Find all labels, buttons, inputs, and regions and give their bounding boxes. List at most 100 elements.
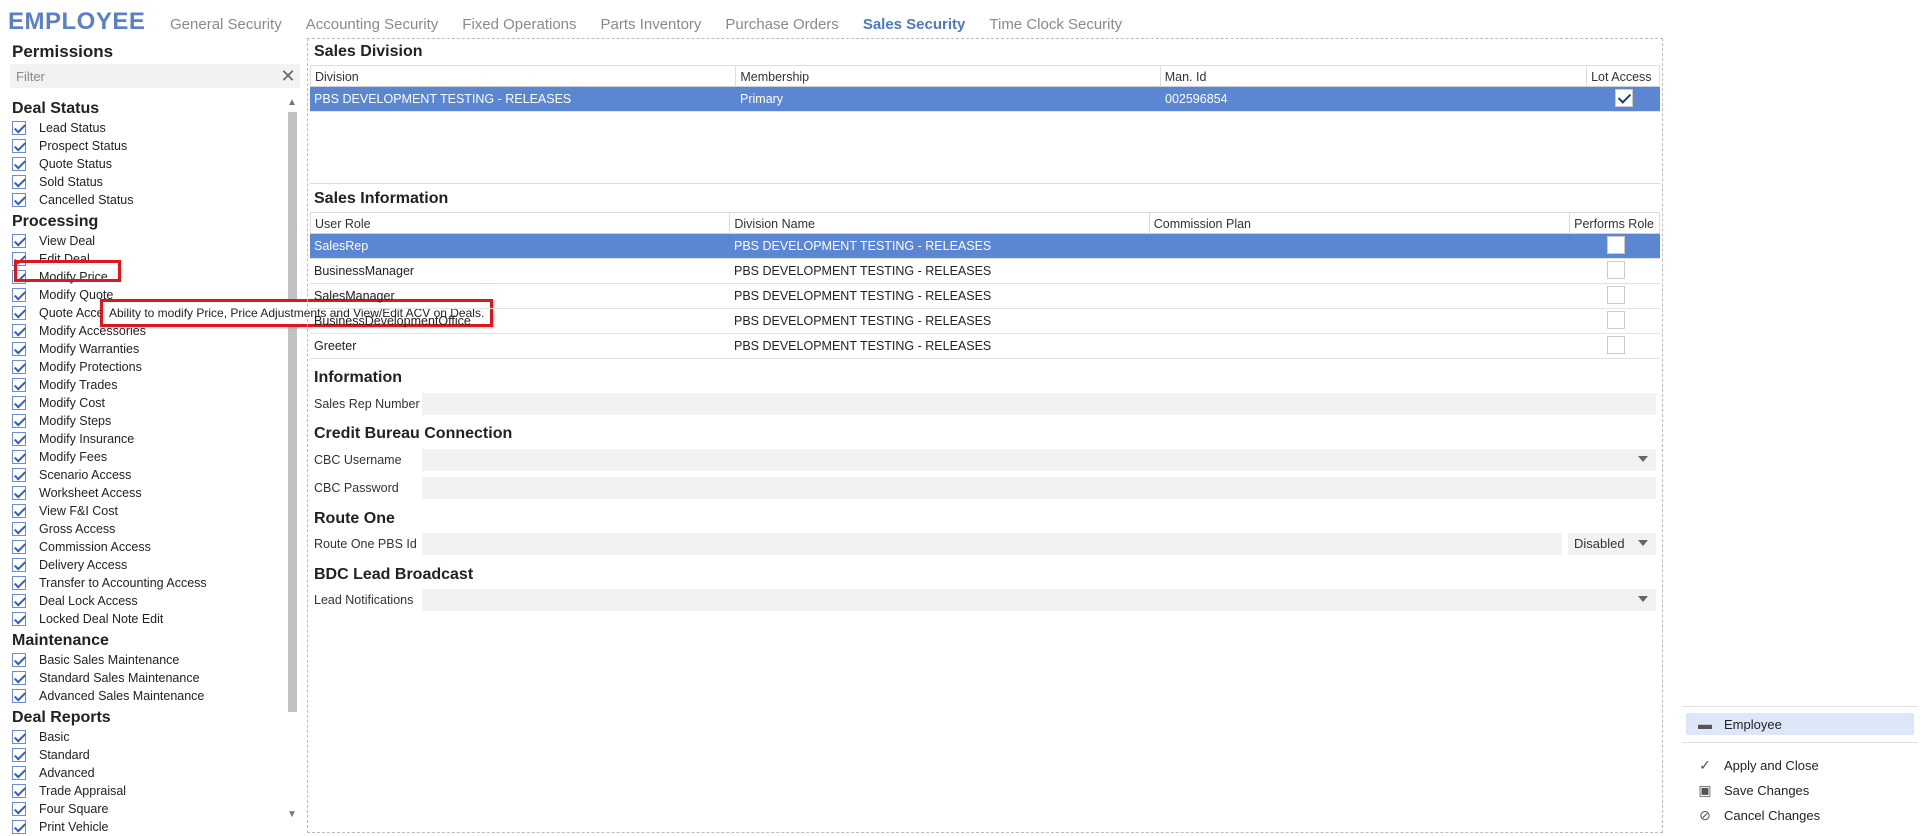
performs-role-checkbox[interactable] xyxy=(1606,310,1625,329)
permission-checkbox[interactable] xyxy=(12,175,26,189)
scroll-up-icon[interactable]: ▲ xyxy=(286,96,298,110)
permission-checkbox[interactable] xyxy=(12,414,26,428)
permission-checkbox[interactable] xyxy=(12,450,26,464)
permission-item[interactable]: Quote Status xyxy=(12,155,280,173)
permission-checkbox[interactable] xyxy=(12,306,26,320)
table-row[interactable]: BusinessDevelopmentOffice PBS DEVELOPMENT… xyxy=(310,309,1660,334)
route-one-status-dropdown[interactable]: Disabled xyxy=(1568,533,1656,555)
permission-item[interactable]: Modify Insurance xyxy=(12,430,280,448)
permission-checkbox[interactable] xyxy=(12,342,26,356)
permission-item[interactable]: Gross Access xyxy=(12,520,280,538)
permission-item[interactable]: Standard Sales Maintenance xyxy=(12,669,280,687)
permission-item[interactable]: Modify Steps xyxy=(12,412,280,430)
tab-accounting-security[interactable]: Accounting Security xyxy=(306,16,439,33)
col-user-role[interactable]: User Role xyxy=(311,213,731,233)
permission-checkbox[interactable] xyxy=(12,784,26,798)
permission-checkbox[interactable] xyxy=(12,360,26,374)
permission-checkbox[interactable] xyxy=(12,432,26,446)
cbc-password-input[interactable] xyxy=(422,477,1656,499)
tab-sales-security[interactable]: Sales Security xyxy=(863,16,966,33)
permission-item[interactable]: Transfer to Accounting Access xyxy=(12,574,280,592)
scroll-thumb[interactable] xyxy=(288,112,297,712)
tab-fixed-operations[interactable]: Fixed Operations xyxy=(462,16,576,33)
apply-and-close-button[interactable]: ✓ Apply and Close xyxy=(1686,754,1914,776)
save-changes-button[interactable]: ▣ Save Changes xyxy=(1686,779,1914,801)
permission-checkbox[interactable] xyxy=(12,594,26,608)
performs-role-checkbox[interactable] xyxy=(1606,260,1625,279)
permission-checkbox[interactable] xyxy=(12,504,26,518)
employee-nav-item[interactable]: ▬ Employee xyxy=(1686,713,1914,735)
permission-item[interactable]: Modify Trades xyxy=(12,376,280,394)
cancel-changes-button[interactable]: ⊘ Cancel Changes xyxy=(1686,804,1914,826)
permission-checkbox[interactable] xyxy=(12,234,26,248)
permission-checkbox[interactable] xyxy=(12,748,26,762)
clear-filter-icon[interactable]: ✕ xyxy=(276,66,300,87)
permission-checkbox[interactable] xyxy=(12,558,26,572)
permission-checkbox[interactable] xyxy=(12,689,26,703)
permission-checkbox[interactable] xyxy=(12,378,26,392)
performs-role-checkbox[interactable] xyxy=(1606,335,1625,354)
permission-checkbox[interactable] xyxy=(12,396,26,410)
permission-item[interactable]: Lead Status xyxy=(12,119,280,137)
permission-checkbox[interactable] xyxy=(12,486,26,500)
tab-parts-inventory[interactable]: Parts Inventory xyxy=(601,16,702,33)
lot-access-checkbox[interactable] xyxy=(1615,88,1633,107)
permission-checkbox[interactable] xyxy=(12,671,26,685)
permission-checkbox[interactable] xyxy=(12,612,26,626)
cbc-username-dropdown[interactable] xyxy=(422,449,1656,471)
permission-checkbox[interactable] xyxy=(12,802,26,816)
col-commission-plan[interactable]: Commission Plan xyxy=(1150,213,1571,233)
permission-item[interactable]: Modify Protections xyxy=(12,358,280,376)
tab-time-clock-security[interactable]: Time Clock Security xyxy=(989,16,1122,33)
permission-item[interactable]: Basic Sales Maintenance xyxy=(12,651,280,669)
permission-checkbox[interactable] xyxy=(12,288,26,302)
permission-item[interactable]: Worksheet Access xyxy=(12,484,280,502)
performs-role-checkbox[interactable] xyxy=(1606,235,1625,254)
permission-checkbox[interactable] xyxy=(12,121,26,135)
permission-item[interactable]: Standard xyxy=(12,746,280,764)
table-row[interactable]: Greeter PBS DEVELOPMENT TESTING - RELEASE… xyxy=(310,334,1660,359)
permission-checkbox[interactable] xyxy=(12,324,26,338)
permission-item[interactable]: View Deal xyxy=(12,232,280,250)
permission-checkbox[interactable] xyxy=(12,766,26,780)
col-lot-access[interactable]: Lot Access xyxy=(1587,66,1659,86)
tab-purchase-orders[interactable]: Purchase Orders xyxy=(725,16,838,33)
col-man-id[interactable]: Man. Id xyxy=(1161,66,1588,86)
table-row[interactable]: SalesManager PBS DEVELOPMENT TESTING - RE… xyxy=(310,284,1660,309)
permission-checkbox[interactable] xyxy=(12,522,26,536)
sales-rep-number-input[interactable] xyxy=(422,393,1656,415)
permission-checkbox[interactable] xyxy=(12,540,26,554)
permission-item[interactable]: Modify Cost xyxy=(12,394,280,412)
col-division[interactable]: Division xyxy=(311,66,737,86)
permission-item[interactable]: Delivery Access xyxy=(12,556,280,574)
filter-input[interactable]: Filter ✕ xyxy=(10,64,300,88)
permission-checkbox[interactable] xyxy=(12,157,26,171)
permission-checkbox[interactable] xyxy=(12,193,26,207)
permission-item[interactable]: Deal Lock Access xyxy=(12,592,280,610)
permission-item[interactable]: Commission Access xyxy=(12,538,280,556)
permission-checkbox[interactable] xyxy=(12,139,26,153)
permission-checkbox[interactable] xyxy=(12,820,26,834)
permission-checkbox[interactable] xyxy=(12,730,26,744)
permission-item[interactable]: Advanced Sales Maintenance xyxy=(12,687,280,705)
permission-item[interactable]: View F&I Cost xyxy=(12,502,280,520)
permission-item[interactable]: Four Square xyxy=(12,800,280,818)
col-division-name[interactable]: Division Name xyxy=(730,213,1150,233)
col-performs-role[interactable]: Performs Role xyxy=(1570,213,1659,233)
permissions-scrollbar[interactable]: ▲ ▼ xyxy=(286,96,298,822)
table-row[interactable]: SalesRep PBS DEVELOPMENT TESTING - RELEAS… xyxy=(310,234,1660,259)
permission-item[interactable]: Modify Warranties xyxy=(12,340,280,358)
tab-general-security[interactable]: General Security xyxy=(170,16,282,33)
col-membership[interactable]: Membership xyxy=(736,66,1161,86)
permission-item[interactable]: Prospect Status xyxy=(12,137,280,155)
lead-notifications-dropdown[interactable] xyxy=(422,589,1656,611)
permission-item[interactable]: Trade Appraisal xyxy=(12,782,280,800)
route-one-id-input[interactable] xyxy=(422,533,1562,555)
permission-item[interactable]: Print Vehicle xyxy=(12,818,280,836)
table-row[interactable]: BusinessManager PBS DEVELOPMENT TESTING -… xyxy=(310,259,1660,284)
permission-checkbox[interactable] xyxy=(12,653,26,667)
permission-checkbox[interactable] xyxy=(12,576,26,590)
permission-item[interactable]: Advanced xyxy=(12,764,280,782)
permission-item[interactable]: Modify Fees xyxy=(12,448,280,466)
permission-item[interactable]: Locked Deal Note Edit xyxy=(12,610,280,628)
